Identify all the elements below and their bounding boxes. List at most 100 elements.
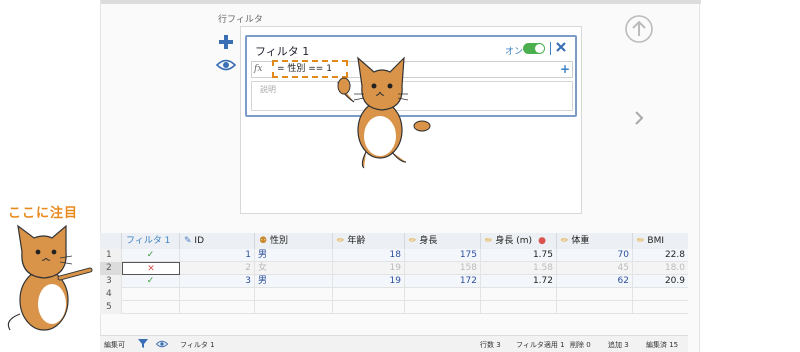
filter-toggle[interactable] xyxy=(523,43,545,54)
ruler-icon: ✏ xyxy=(637,236,645,246)
ruler-icon: ✏ xyxy=(409,236,417,246)
cell-height[interactable]: 172 xyxy=(405,275,481,288)
eye-icon[interactable] xyxy=(156,340,168,348)
table-row[interactable]: 5 xyxy=(100,301,688,314)
ruler-icon: ✏ xyxy=(337,236,345,246)
header-filter[interactable]: フィルタ 1 xyxy=(122,233,180,249)
cell-weight[interactable] xyxy=(557,301,633,314)
cell-id[interactable] xyxy=(180,288,255,301)
table-header: フィルタ 1 ✎ ID ⚉ 性別 ✏ 年齢 ✏ 身長 ✏ 身長 (m) ● ✏ 体… xyxy=(100,233,688,250)
table-row[interactable]: 4 xyxy=(100,288,688,301)
cell-height[interactable] xyxy=(405,288,481,301)
cell-sex[interactable]: 男 xyxy=(255,249,333,262)
cell-filter[interactable] xyxy=(122,288,180,301)
status-deleted: 削除 0 xyxy=(570,341,591,349)
ruler-icon: ✏ xyxy=(561,236,569,246)
cell-height-m[interactable] xyxy=(481,288,557,301)
cell-bmi[interactable]: 18.0 xyxy=(633,262,688,275)
table-row[interactable]: 2 ✕ 2 女 19 158 1.58 45 18.0 xyxy=(100,262,688,275)
cell-age[interactable]: 19 xyxy=(333,262,405,275)
cell-num: 4 xyxy=(100,288,122,301)
status-bar: 編集可 フィルタ 1 行数 3 フィルタ適用 1 削除 0 追加 3 編集済 1… xyxy=(100,335,688,352)
header-age-label: 年齢 xyxy=(347,236,366,246)
cell-num: 2 xyxy=(100,262,122,275)
cell-bmi[interactable]: 20.9 xyxy=(633,275,688,288)
header-sex-label: 性別 xyxy=(269,236,288,246)
scroll-up-icon[interactable] xyxy=(624,14,654,44)
header-id-label: ID xyxy=(194,236,205,246)
cell-id[interactable]: 2 xyxy=(180,262,255,275)
add-condition-icon[interactable]: + xyxy=(560,62,570,76)
cell-height-m[interactable]: 1.72 xyxy=(481,275,557,288)
cell-height[interactable] xyxy=(405,301,481,314)
cell-bmi[interactable]: 22.8 xyxy=(633,249,688,262)
people-icon: ⚉ xyxy=(259,236,268,246)
cell-weight[interactable] xyxy=(557,288,633,301)
header-sex[interactable]: ⚉ 性別 xyxy=(255,233,333,249)
cell-filter[interactable]: ✕ xyxy=(122,262,180,275)
cell-id[interactable]: 1 xyxy=(180,249,255,262)
add-filter-icon[interactable] xyxy=(218,34,234,50)
status-rows: 行数 3 xyxy=(480,341,501,349)
pencil-icon: ✎ xyxy=(184,236,192,246)
status-filter-applied: フィルタ適用 1 xyxy=(516,341,565,349)
cell-age[interactable] xyxy=(333,288,405,301)
cell-age[interactable]: 19 xyxy=(333,275,405,288)
close-icon[interactable] xyxy=(555,40,567,54)
table-row[interactable]: 3 ✓ 3 男 19 172 1.72 62 20.9 xyxy=(100,275,688,288)
fx-icon[interactable]: fx xyxy=(254,64,262,74)
cell-weight[interactable]: 70 xyxy=(557,249,633,262)
header-height-m[interactable]: ✏ 身長 (m) ● xyxy=(481,233,557,249)
cell-age[interactable] xyxy=(333,301,405,314)
cell-height-m[interactable] xyxy=(481,301,557,314)
cell-sex[interactable]: 男 xyxy=(255,275,333,288)
cell-filter[interactable]: ✓ xyxy=(122,275,180,288)
header-age[interactable]: ✏ 年齢 xyxy=(333,233,405,249)
filter-icon[interactable] xyxy=(138,338,148,349)
cell-num: 3 xyxy=(100,275,122,288)
eye-icon[interactable] xyxy=(216,58,236,72)
cell-id[interactable] xyxy=(180,301,255,314)
header-height-label: 身長 xyxy=(419,236,438,246)
header-bmi-label: BMI xyxy=(647,236,665,246)
header-height-m-label: 身長 (m) xyxy=(495,236,533,246)
cell-weight[interactable]: 62 xyxy=(557,275,633,288)
cell-height[interactable]: 175 xyxy=(405,249,481,262)
required-dot-icon: ● xyxy=(538,236,546,246)
status-edited: 編集済 15 xyxy=(646,341,679,349)
cell-sex[interactable]: 女 xyxy=(255,262,333,275)
cell-height-m[interactable]: 1.58 xyxy=(481,262,557,275)
cell-bmi[interactable] xyxy=(633,301,688,314)
header-height[interactable]: ✏ 身長 xyxy=(405,233,481,249)
cell-height[interactable]: 158 xyxy=(405,262,481,275)
status-mode: 編集可 xyxy=(104,341,125,349)
header-weight-label: 体重 xyxy=(571,236,590,246)
header-corner xyxy=(100,233,122,249)
table-row[interactable]: 1 ✓ 1 男 18 175 1.75 70 22.8 xyxy=(100,249,688,262)
cell-num: 5 xyxy=(100,301,122,314)
cell-sex[interactable] xyxy=(255,301,333,314)
header-weight[interactable]: ✏ 体重 xyxy=(557,233,633,249)
status-added: 追加 3 xyxy=(608,341,629,349)
chevron-right-icon[interactable] xyxy=(632,108,646,128)
cell-age[interactable]: 18 xyxy=(333,249,405,262)
cell-sex[interactable] xyxy=(255,288,333,301)
divider xyxy=(550,42,551,55)
filter-title: フィルタ 1 xyxy=(255,45,310,58)
cell-height-m[interactable]: 1.75 xyxy=(481,249,557,262)
filter-on-label: オン xyxy=(505,47,524,57)
header-bmi[interactable]: ✏ BMI xyxy=(633,233,688,249)
status-filter-name: フィルタ 1 xyxy=(180,341,215,349)
top-divider xyxy=(101,0,701,4)
cell-filter[interactable] xyxy=(122,301,180,314)
cell-filter[interactable]: ✓ xyxy=(122,249,180,262)
cat-mascot-illustration xyxy=(337,56,431,169)
cat-pointing-illustration xyxy=(7,224,93,331)
cell-num: 1 xyxy=(100,249,122,262)
cell-id[interactable]: 3 xyxy=(180,275,255,288)
ruler-icon: ✏ xyxy=(485,236,493,246)
cell-weight[interactable]: 45 xyxy=(557,262,633,275)
cell-bmi[interactable] xyxy=(633,288,688,301)
header-id[interactable]: ✎ ID xyxy=(180,233,255,249)
section-label: 行フィルタ xyxy=(218,15,263,25)
